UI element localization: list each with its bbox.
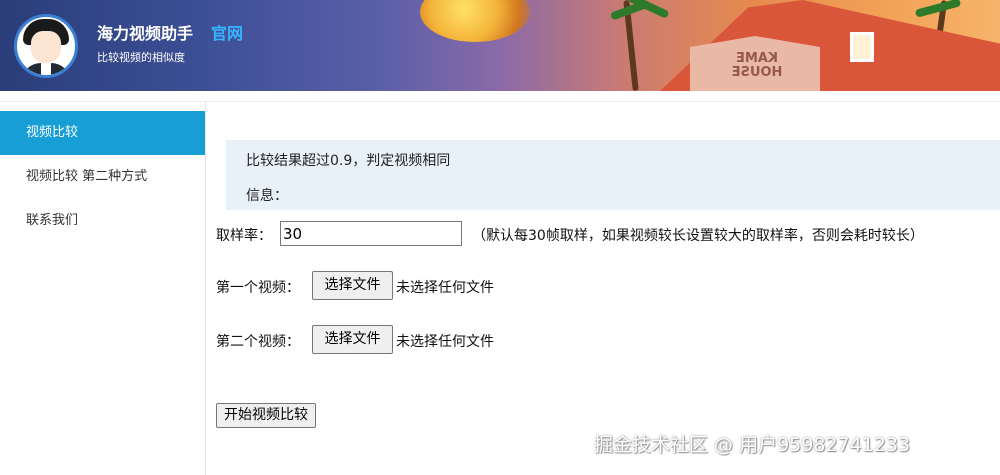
house-sign: KAME HOUSE: [731, 51, 783, 80]
sidebar: 视频比较 视频比较 第二种方式 联系我们: [0, 111, 205, 243]
video2-file-status: 未选择任何文件: [396, 334, 494, 350]
palm-leaf: [914, 0, 962, 18]
app-title: 海力视频助手: [97, 24, 194, 43]
watermark: 掘金技术社区 @ 用户95982741233: [594, 434, 911, 456]
sidebar-item-video-compare-method2[interactable]: 视频比较 第二种方式: [0, 155, 205, 199]
sample-rate-hint: （默认每30帧取样，如果视频较长设置较大的取样率，否则会耗时较长）: [472, 228, 924, 244]
header-banner: KAME HOUSE 海力视频助手 官网 比较视频的相似度: [0, 0, 1000, 91]
header-divider: [0, 101, 1000, 102]
house-window: [850, 32, 874, 62]
video1-file-status: 未选择任何文件: [396, 280, 494, 296]
sidebar-item-contact[interactable]: 联系我们: [0, 199, 205, 243]
video2-label: 第二个视频：: [216, 334, 300, 350]
sample-rate-input[interactable]: [280, 221, 462, 246]
sidebar-divider: [205, 101, 206, 475]
app-subtitle: 比较视频的相似度: [97, 51, 185, 64]
banner-cloud: [420, 0, 530, 42]
video1-label: 第一个视频：: [216, 280, 300, 296]
video1-choose-file-button[interactable]: 选择文件: [312, 271, 393, 300]
info-panel: 比较结果超过0.9，判定视频相同 信息：: [226, 140, 1000, 210]
sample-rate-label: 取样率：: [216, 228, 272, 244]
info-label: 信息：: [246, 188, 288, 204]
official-site-link[interactable]: 官网: [211, 20, 243, 44]
avatar: [14, 14, 78, 78]
sidebar-item-video-compare[interactable]: 视频比较: [0, 111, 205, 155]
start-compare-button[interactable]: 开始视频比较: [216, 403, 316, 428]
video2-choose-file-button[interactable]: 选择文件: [312, 325, 393, 354]
result-threshold-note: 比较结果超过0.9，判定视频相同: [246, 153, 451, 169]
